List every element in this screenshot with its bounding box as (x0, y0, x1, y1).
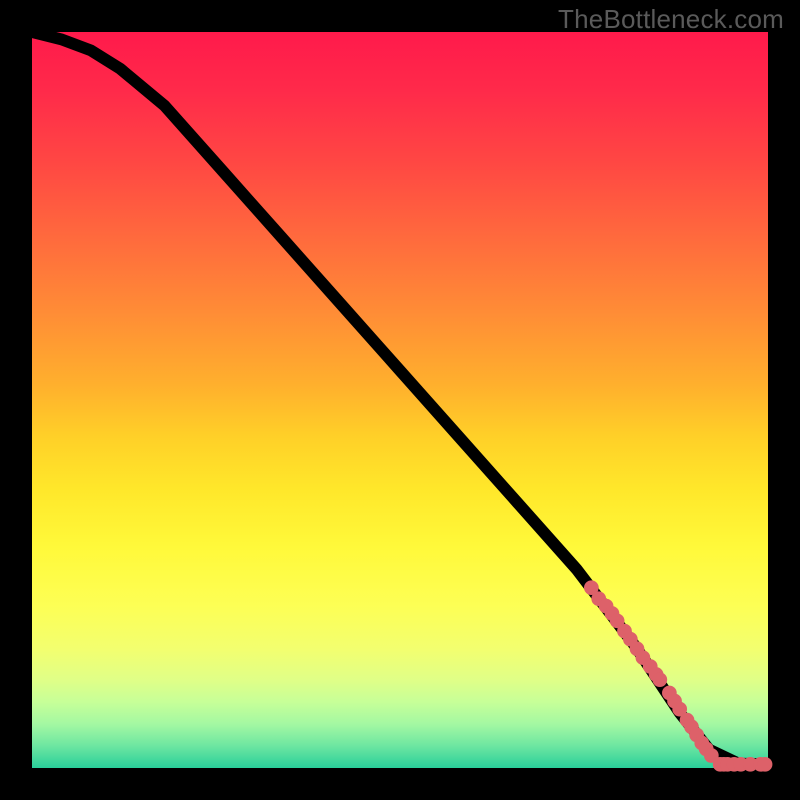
plot-area (32, 32, 768, 768)
chart-svg (32, 32, 768, 768)
data-points (584, 580, 772, 771)
data-point (652, 672, 667, 687)
curve-line (32, 32, 768, 764)
data-point (758, 757, 773, 772)
chart-frame: TheBottleneck.com (0, 0, 800, 800)
watermark-label: TheBottleneck.com (558, 4, 784, 35)
